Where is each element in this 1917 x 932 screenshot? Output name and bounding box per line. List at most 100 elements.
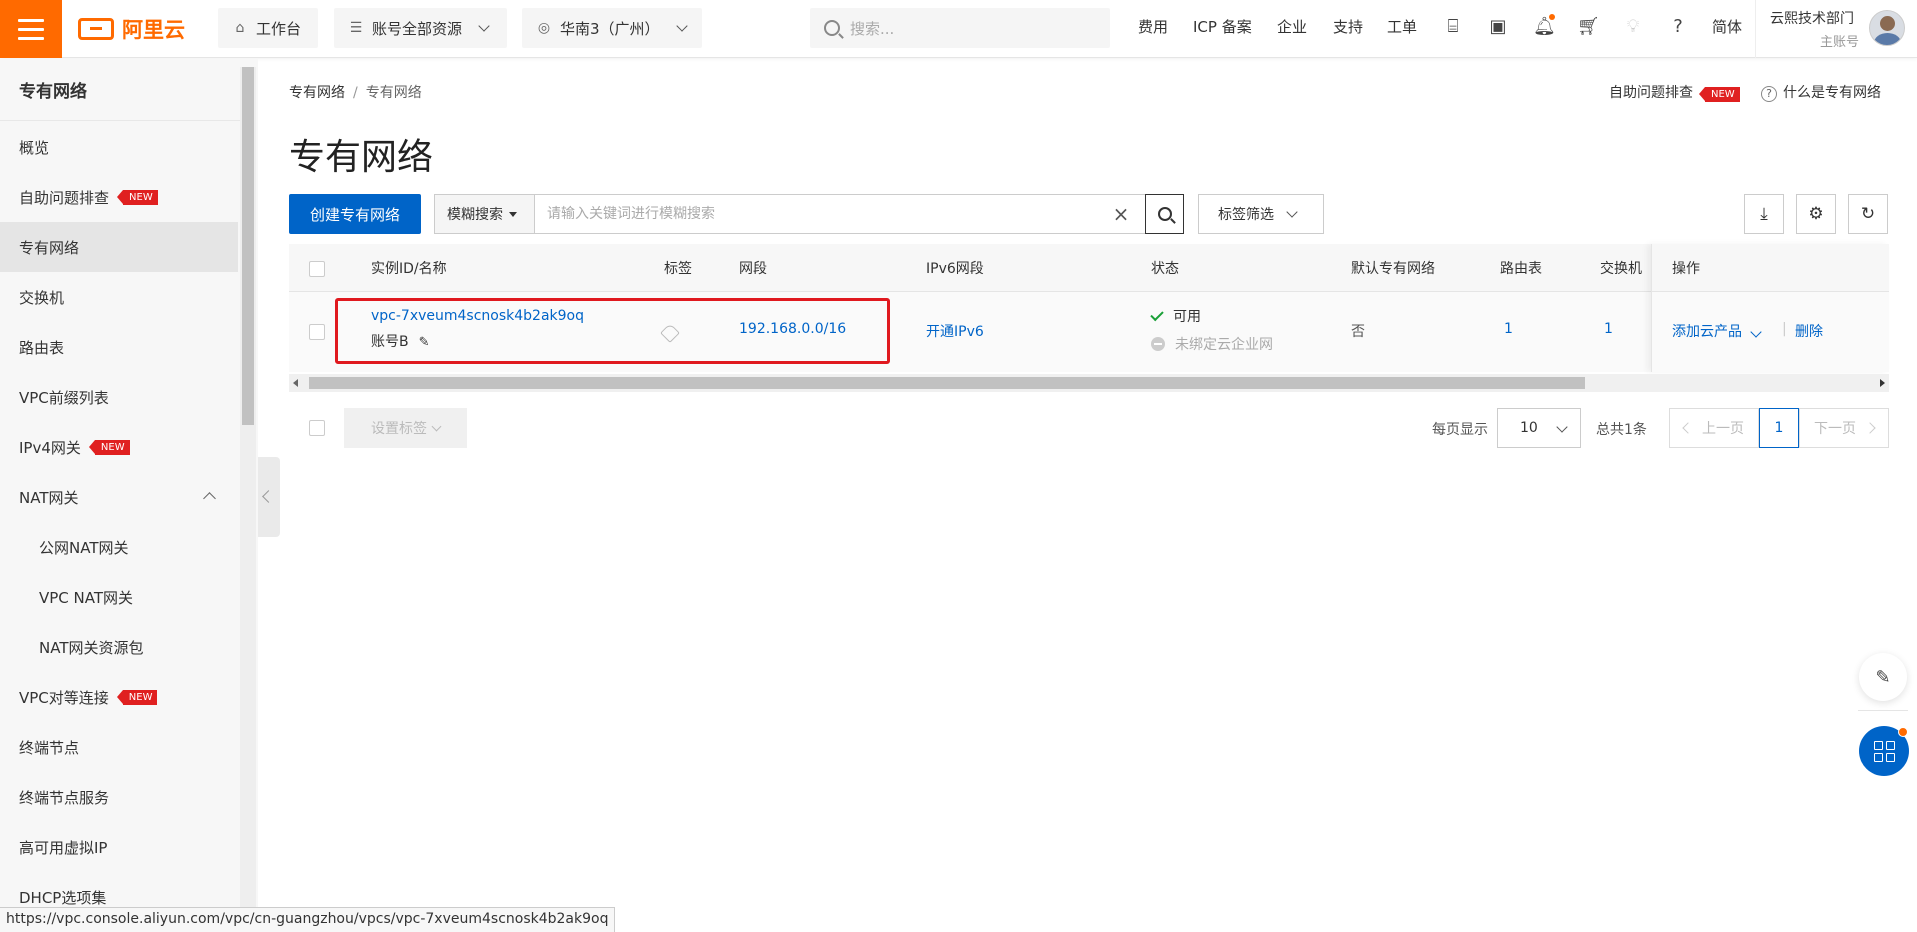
download-button[interactable]: ⤓ [1744, 194, 1784, 234]
sidebar-item-nat-package[interactable]: NAT网关资源包 [0, 622, 238, 672]
highlight-box [335, 298, 890, 364]
nav-link-enterprise[interactable]: 企业 [1277, 16, 1307, 37]
troubleshoot-link[interactable]: 自助问题排查 NEW [1609, 82, 1740, 102]
page-title: 专有网络 [289, 137, 434, 178]
next-page-button[interactable]: 下一页 [1799, 408, 1889, 448]
chevron-down-icon [675, 20, 688, 32]
sidebar-item-public-nat[interactable]: 公网NAT网关 [0, 522, 238, 572]
feedback-button[interactable]: ✎ [1859, 653, 1907, 701]
user-menu[interactable]: 云熙技术部门 主账号 [1755, 0, 1917, 58]
search-button[interactable] [1145, 194, 1184, 234]
sidebar-item-havip[interactable]: 高可用虚拟IP [0, 822, 238, 872]
collapse-sidebar-button[interactable] [258, 457, 280, 537]
column-header-tags: 标签 [664, 261, 692, 277]
sidebar-item-vswitch[interactable]: 交换机 [0, 272, 238, 322]
sidebar-item-route-table[interactable]: 路由表 [0, 322, 238, 372]
lightbulb-icon[interactable]: 💡︎ [1622, 16, 1644, 38]
add-cloud-product-button[interactable]: 添加云产品 [1672, 321, 1762, 341]
sidebar-item-label: 专有网络 [19, 238, 80, 257]
create-vpc-button[interactable]: 创建专有网络 [289, 194, 421, 234]
breadcrumb-current: 专有网络 [365, 85, 422, 101]
sidebar-item-overview[interactable]: 概览 [0, 122, 238, 172]
chevron-up-icon [203, 492, 216, 505]
vswitch-count-link[interactable]: 1 [1604, 321, 1613, 337]
aliyun-logo[interactable]: 阿里云 [78, 13, 185, 45]
table-horizontal-scrollbar[interactable] [289, 374, 1889, 392]
settings-button[interactable]: ⚙ [1796, 194, 1836, 234]
clear-icon[interactable]: × [1111, 204, 1131, 224]
cen-status-text: 未绑定云企业网 [1175, 337, 1273, 353]
caret-down-icon [509, 211, 517, 217]
page-size-select[interactable]: 10 [1497, 408, 1581, 448]
grid-icon [1885, 740, 1895, 750]
column-header-vswitch: 交换机 [1600, 261, 1642, 277]
tag-filter-button[interactable]: 标签筛选 [1198, 194, 1324, 234]
terminal-icon[interactable]: ▣ [1487, 16, 1509, 38]
refresh-button[interactable]: ↻ [1848, 194, 1888, 234]
sidebar-item-endpoint[interactable]: 终端节点 [0, 722, 238, 772]
sidebar-item-label: NAT网关资源包 [39, 638, 144, 657]
enable-ipv6-link[interactable]: 开通IPv6 [926, 321, 984, 341]
sidebar-scrollbar-thumb[interactable] [242, 67, 254, 425]
scroll-right-icon[interactable] [1880, 379, 1885, 387]
nav-link-support[interactable]: 支持 [1333, 16, 1363, 37]
help-icon[interactable]: ? [1667, 16, 1689, 38]
table-scrollbar-thumb[interactable] [309, 377, 1585, 389]
prev-page-label: 上一页 [1702, 421, 1744, 437]
search-icon [1157, 207, 1172, 221]
actions-column: 添加云产品 | 删除 [1651, 244, 1889, 372]
nav-link-ticket[interactable]: 工单 [1387, 16, 1417, 37]
breadcrumb: 专有网络 / 专有网络 [289, 82, 422, 102]
bell-icon[interactable]: 🔔︎ [1533, 14, 1556, 38]
breadcrumb-separator: / [353, 85, 358, 101]
footer-select-all-checkbox[interactable] [309, 420, 325, 436]
select-all-checkbox[interactable] [309, 261, 325, 277]
what-is-vpc-link[interactable]: ? 什么是专有网络 [1761, 82, 1881, 102]
workbench-button[interactable]: ⌂ 工作台 [218, 8, 318, 48]
api-icon[interactable]: ⌸ [1442, 16, 1464, 38]
cart-icon[interactable]: 🛒︎ [1577, 16, 1600, 38]
search-type-select[interactable]: 模糊搜索 [435, 195, 535, 233]
set-tag-button[interactable]: 设置标签 [344, 408, 467, 448]
sidebar-item-prefix-list[interactable]: VPC前缀列表 [0, 372, 238, 422]
sidebar-item-label: 自助问题排查 [19, 188, 110, 207]
language-switch[interactable]: 简体 [1712, 16, 1742, 37]
minus-circle-icon [1151, 337, 1165, 351]
sidebar-scrollbar[interactable] [240, 67, 256, 932]
chevron-left-icon [1682, 422, 1694, 434]
new-badge: NEW [117, 189, 158, 205]
sidebar-item-nat-gateway[interactable]: NAT网关 [0, 472, 238, 522]
sidebar-item-label: 高可用虚拟IP [19, 838, 108, 857]
search-input[interactable] [547, 195, 1107, 233]
resource-group-select[interactable]: ☰ 账号全部资源 [334, 8, 507, 48]
breadcrumb-item-vpc[interactable]: 专有网络 [289, 85, 345, 101]
page-number-current[interactable]: 1 [1759, 408, 1799, 448]
region-select[interactable]: ◎ 华南3（广州） [522, 8, 702, 48]
global-search-input[interactable]: 搜索... [810, 8, 1110, 48]
avatar[interactable] [1869, 10, 1905, 46]
sidebar-item-label: VPC前缀列表 [19, 388, 109, 407]
sidebar-item-endpoint-service[interactable]: 终端节点服务 [0, 772, 238, 822]
sidebar-item-troubleshoot[interactable]: 自助问题排查 NEW [0, 172, 238, 222]
row-checkbox[interactable] [309, 324, 325, 340]
delete-button[interactable]: 删除 [1795, 321, 1823, 341]
nav-link-billing[interactable]: 费用 [1138, 16, 1168, 37]
page-size-value: 10 [1520, 420, 1538, 436]
sidebar-item-vpc-nat[interactable]: VPC NAT网关 [0, 572, 238, 622]
prev-page-button[interactable]: 上一页 [1669, 408, 1759, 448]
new-badge: NEW [1699, 87, 1740, 102]
sidebar-title: 专有网络 [0, 59, 240, 121]
sidebar-item-vpc[interactable]: 专有网络 [0, 222, 238, 272]
sidebar-item-label: VPC对等连接 [19, 688, 109, 707]
menu-icon[interactable] [0, 0, 62, 58]
column-header-ipv6: IPv6网段 [926, 261, 984, 277]
table-header: 实例ID/名称 标签 网段 IPv6网段 状态 默认专有网络 路由表 交换机 操… [289, 244, 1889, 292]
sidebar-item-label: 终端节点服务 [19, 788, 110, 807]
sidebar-item-label: 路由表 [19, 338, 65, 357]
route-table-count-link[interactable]: 1 [1504, 321, 1513, 337]
sidebar-item-ipv4-gateway[interactable]: IPv4网关 NEW [0, 422, 238, 472]
total-count: 总共1条 [1596, 422, 1647, 438]
scroll-left-icon[interactable] [293, 379, 298, 387]
sidebar-item-vpc-peering[interactable]: VPC对等连接 NEW [0, 672, 238, 722]
nav-link-icp[interactable]: ICP 备案 [1193, 16, 1252, 37]
